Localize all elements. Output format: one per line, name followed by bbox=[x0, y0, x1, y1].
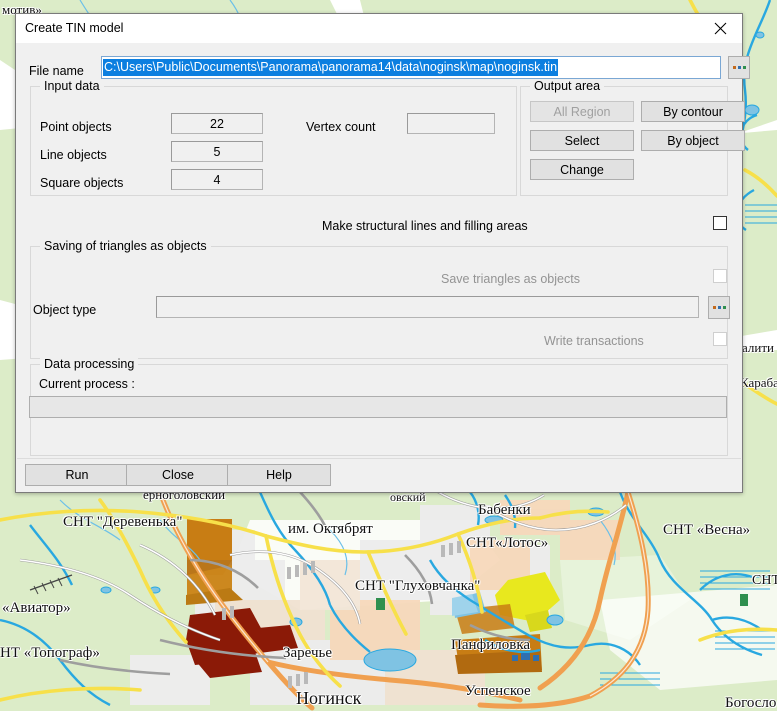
square-objects-label: Square objects bbox=[40, 176, 124, 190]
vertex-count-label: Vertex count bbox=[306, 120, 376, 134]
write-transactions-label: Write transactions bbox=[544, 334, 644, 348]
output-area-title: Output area bbox=[530, 79, 605, 93]
save-triangles-label: Save triangles as objects bbox=[441, 272, 580, 286]
map-label: СНТ bbox=[752, 573, 777, 588]
map-label: СНТ "Глуховчанка" bbox=[355, 578, 481, 594]
map-label: Успенское bbox=[465, 683, 531, 699]
file-name-label: File name bbox=[29, 64, 84, 78]
map-label: Ногинск bbox=[296, 688, 362, 708]
object-type-input[interactable] bbox=[156, 296, 699, 318]
map-label: Заречье bbox=[283, 645, 332, 661]
save-triangles-checkbox bbox=[713, 269, 727, 283]
current-process-label: Current process : bbox=[39, 377, 135, 391]
help-button[interactable]: Help bbox=[227, 464, 331, 486]
footer-divider bbox=[17, 458, 741, 459]
data-processing-title: Data processing bbox=[40, 357, 139, 371]
by-contour-button[interactable]: By contour bbox=[641, 101, 745, 122]
make-structural-lines-checkbox[interactable] bbox=[713, 216, 727, 230]
by-object-button[interactable]: By object bbox=[641, 130, 745, 151]
object-type-label: Object type bbox=[33, 303, 97, 317]
close-icon[interactable] bbox=[698, 14, 742, 43]
square-objects-value: 4 bbox=[171, 169, 263, 190]
map-label: СНТ "Деревенька" bbox=[63, 514, 183, 530]
map-label: СНТ«Лотос» bbox=[466, 535, 549, 551]
object-type-browse-button[interactable] bbox=[708, 296, 730, 319]
vertex-count-value bbox=[407, 113, 495, 134]
all-region-button[interactable]: All Region bbox=[530, 101, 634, 122]
ellipsis-icon bbox=[712, 306, 727, 309]
map-label: Богосло bbox=[725, 695, 777, 711]
map-label: Панфиловка bbox=[451, 637, 531, 653]
progress-bar bbox=[29, 396, 727, 418]
map-label: СНТ «Весна» bbox=[663, 522, 751, 538]
file-browse-button[interactable] bbox=[728, 56, 750, 79]
ellipsis-icon bbox=[732, 66, 747, 69]
map-label: НТ «Топограф» bbox=[0, 645, 100, 661]
line-objects-value: 5 bbox=[171, 141, 263, 162]
point-objects-value: 22 bbox=[171, 113, 263, 134]
map-label: «Авиатор» bbox=[2, 600, 71, 616]
select-button[interactable]: Select bbox=[530, 130, 634, 151]
make-structural-lines-label: Make structural lines and filling areas bbox=[322, 219, 528, 233]
dialog-titlebar: Create TIN model bbox=[16, 14, 742, 43]
file-name-input[interactable]: C:\Users\Public\Documents\Panorama\panor… bbox=[101, 56, 721, 79]
change-button[interactable]: Change bbox=[530, 159, 634, 180]
write-transactions-checkbox bbox=[713, 332, 727, 346]
map-label: алити bbox=[742, 340, 774, 355]
create-tin-model-dialog: Create TIN model File name C:\Users\Publ… bbox=[15, 13, 750, 493]
run-button[interactable]: Run bbox=[25, 464, 129, 486]
map-label: Бабенки bbox=[478, 502, 531, 518]
point-objects-label: Point objects bbox=[40, 120, 112, 134]
line-objects-label: Line objects bbox=[40, 148, 107, 162]
saving-triangles-title: Saving of triangles as objects bbox=[40, 239, 211, 253]
map-label: им. Октябрят bbox=[288, 521, 373, 537]
dialog-title: Create TIN model bbox=[25, 21, 124, 35]
file-name-value: C:\Users\Public\Documents\Panorama\panor… bbox=[103, 59, 559, 76]
close-button[interactable]: Close bbox=[126, 464, 230, 486]
map-label: Караба bbox=[740, 375, 777, 390]
input-data-title: Input data bbox=[40, 79, 104, 93]
